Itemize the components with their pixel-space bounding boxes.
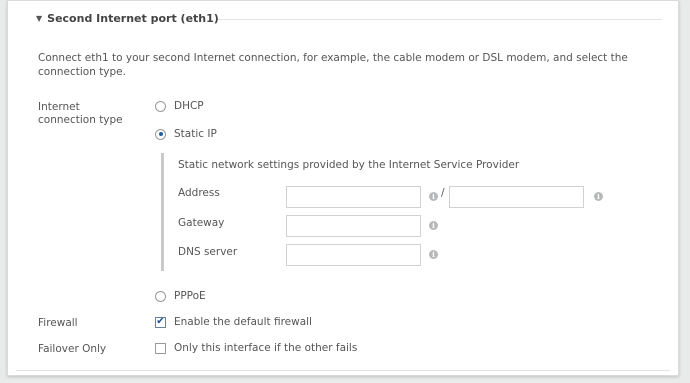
address-input[interactable] [286,186,421,208]
bottom-divider [16,370,670,371]
info-icon[interactable]: i [429,250,438,259]
radio-dhcp[interactable]: DHCP [155,100,204,112]
info-icon[interactable]: i [429,221,438,230]
dns-server-label: DNS server [178,246,238,258]
collapse-caret-icon[interactable]: ▼ [36,14,42,23]
radio-button-icon[interactable] [155,100,166,112]
address-separator: / [441,187,445,199]
static-ip-description: Static network settings provided by the … [178,159,520,171]
settings-panel: ▼ Second Internet port (eth1) Connect et… [7,0,679,376]
section-description: Connect eth1 to your second Internet con… [38,52,628,78]
radio-button-icon[interactable] [155,290,166,302]
checkbox-checked-icon[interactable]: ✔ [155,316,166,328]
netmask-input[interactable] [449,186,584,208]
radio-dhcp-label: DHCP [174,100,204,112]
info-icon[interactable]: i [594,192,603,201]
firewall-checkbox-row[interactable]: ✔ Enable the default firewall [155,316,312,328]
failover-label: Failover Only [38,343,107,355]
radio-static-ip-label: Static IP [174,128,217,140]
connection-type-label: Internet connection type [38,101,123,126]
radio-pppoe-label: PPPoE [174,290,206,302]
radio-static-ip[interactable]: Static IP [155,128,217,140]
section-header[interactable]: ▼ Second Internet port (eth1) [36,12,219,25]
header-divider [218,19,662,20]
section-title: Second Internet port (eth1) [47,12,219,25]
failover-option-label: Only this interface if the other fails [174,342,358,354]
checkmark-icon: ✔ [156,316,165,327]
dns-server-input[interactable] [286,244,421,266]
radio-button-checked-icon[interactable] [155,128,166,140]
firewall-option-label: Enable the default firewall [174,316,312,328]
info-icon[interactable]: i [429,192,438,201]
firewall-label: Firewall [38,317,78,329]
address-label: Address [178,187,220,199]
checkbox-icon[interactable] [155,342,166,354]
radio-pppoe[interactable]: PPPoE [155,290,206,302]
static-ip-group-bar [161,153,164,271]
failover-checkbox-row[interactable]: Only this interface if the other fails [155,342,357,354]
gateway-label: Gateway [178,217,225,229]
gateway-input[interactable] [286,215,421,237]
